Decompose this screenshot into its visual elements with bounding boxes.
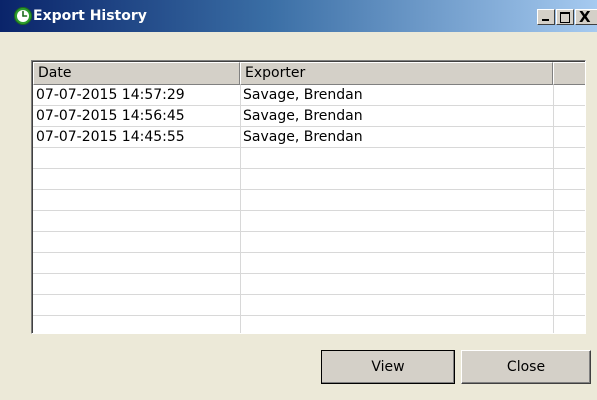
table-row[interactable] (33, 316, 585, 333)
title-bar[interactable]: Export History X (0, 0, 597, 32)
table-header: Date Exporter (33, 62, 585, 85)
minimize-button[interactable] (537, 9, 555, 25)
close-window-button[interactable]: X (575, 9, 597, 25)
cell-exporter: Savage, Brendan (243, 87, 363, 103)
cell-exporter (240, 232, 553, 252)
close-button[interactable]: Close (461, 350, 591, 384)
column-divider (240, 85, 241, 333)
table-row[interactable] (33, 295, 585, 316)
cell-date (33, 211, 240, 231)
cell-date (33, 316, 240, 333)
cell-exporter (240, 253, 553, 273)
export-history-table[interactable]: Date Exporter 07-07-2015 14:45:55 Savage,… (31, 60, 586, 334)
table-row[interactable] (33, 232, 585, 253)
column-header-exporter[interactable]: Exporter (240, 62, 553, 85)
window-title: Export History (33, 8, 147, 24)
cell-date (33, 148, 240, 168)
cell-date: 07-07-2015 14:57:29 (36, 87, 185, 103)
table-row[interactable] (33, 148, 585, 169)
column-header-filler (553, 62, 585, 85)
maximize-icon (560, 12, 570, 23)
cell-exporter (240, 211, 553, 231)
cell-date: 07-07-2015 14:45:55 (36, 129, 185, 145)
minimize-icon (542, 19, 549, 21)
view-button[interactable]: View (321, 350, 455, 384)
export-history-window: Export History X Date Exporter 07-07-201… (0, 0, 597, 400)
table-row[interactable] (33, 190, 585, 211)
cell-exporter (240, 295, 553, 315)
table-row[interactable] (33, 169, 585, 190)
cell-date (33, 253, 240, 273)
cell-exporter (240, 169, 553, 189)
table-body: 07-07-2015 14:45:55 Savage, Brendan 07-07-… (33, 85, 585, 333)
cell-exporter: Savage, Brendan (243, 108, 363, 124)
table-row[interactable] (33, 211, 585, 232)
table-row[interactable] (33, 253, 585, 274)
cell-date (33, 295, 240, 315)
table-row[interactable]: 07-07-2015 14:56:45 Savage, Brendan (33, 106, 585, 127)
table-row[interactable]: 07-07-2015 14:57:29 Savage, Brendan (33, 85, 585, 106)
cell-exporter: Savage, Brendan (243, 129, 363, 145)
cell-date: 07-07-2015 14:56:45 (36, 108, 185, 124)
cell-exporter (240, 148, 553, 168)
cell-date (33, 232, 240, 252)
table-row[interactable] (33, 274, 585, 295)
table-row[interactable]: 07-07-2015 14:45:55 Savage, Brendan (33, 127, 585, 148)
cell-date (33, 169, 240, 189)
cell-date (33, 190, 240, 210)
column-header-date[interactable]: Date (33, 62, 240, 85)
cell-exporter (240, 316, 553, 333)
cell-date (33, 274, 240, 294)
clock-icon (14, 7, 32, 25)
close-icon: X (579, 8, 591, 26)
cell-exporter (240, 274, 553, 294)
column-divider (553, 85, 554, 333)
maximize-button[interactable] (556, 9, 574, 25)
cell-exporter (240, 190, 553, 210)
